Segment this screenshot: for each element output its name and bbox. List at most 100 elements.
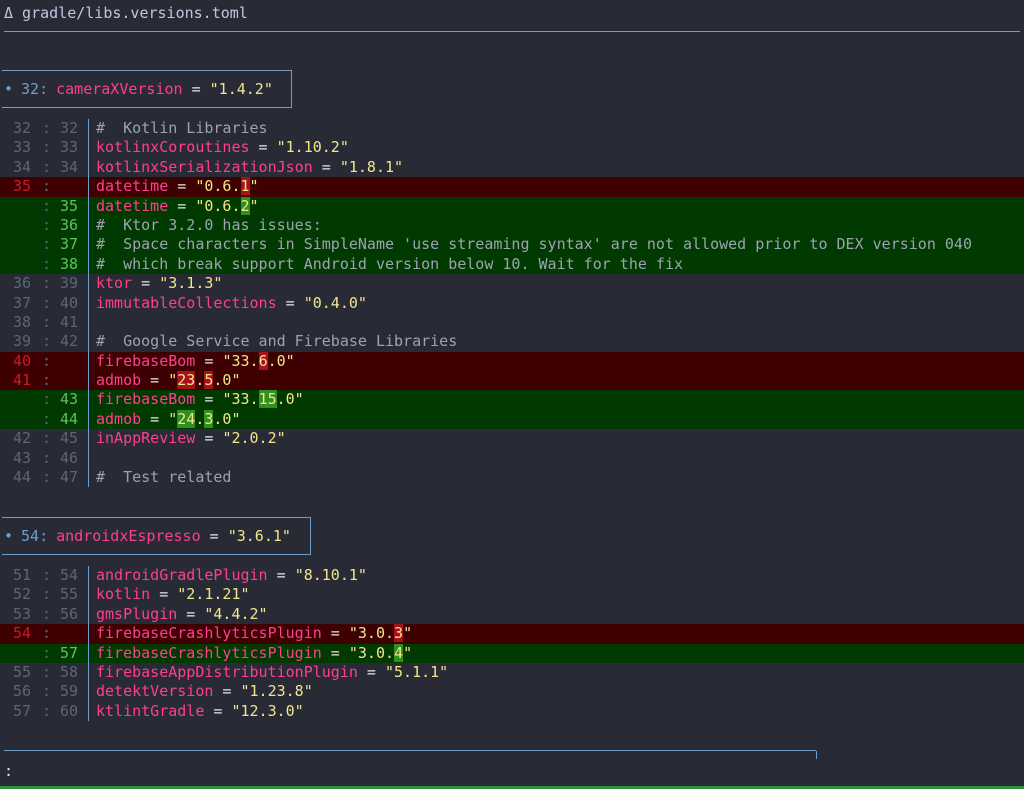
gutter-bar (88, 274, 89, 294)
hunk-line-number: 32 (21, 80, 40, 98)
old-line-number: 37 (12, 293, 31, 312)
equals-sign: = (204, 701, 232, 720)
gutter-separator: : (42, 371, 52, 390)
value-text: "1.8.1" (339, 157, 404, 176)
new-line-number: 60 (59, 701, 78, 720)
diff-line-added: :36 # Ktor 3.2.0 has issues: (0, 215, 1024, 236)
diff-line-removed: 40: firebaseBom = "33.6.0" (0, 351, 1024, 372)
changed-chars: 15 (258, 390, 277, 409)
gutter-separator: : (42, 351, 52, 370)
value-text: "3.1.3" (159, 274, 223, 293)
diff-line-context: 33:33 kotlinxCoroutines = "1.10.2" (0, 138, 1024, 158)
changed-chars: 2 (240, 196, 250, 215)
diff-line-context: 39:42 # Google Service and Firebase Libra… (0, 332, 1024, 352)
key-name: firebaseBom (96, 390, 196, 409)
gutter-bar (88, 332, 89, 352)
gutter-bar (88, 138, 89, 158)
gutter-bar (88, 293, 89, 313)
value-text: .0" (276, 390, 304, 409)
bullet-icon: • (4, 80, 14, 98)
old-line-number: 54 (12, 624, 31, 643)
changed-chars: 24 (177, 409, 196, 428)
line-content: firebaseBom = "33.15.0" (96, 390, 304, 409)
line-content: firebaseCrashlyticsPlugin = "3.0.3" (96, 624, 412, 643)
new-line-number: 35 (59, 196, 78, 215)
gutter-bar (88, 254, 89, 275)
line-content: firebaseAppDistributionPlugin = "5.1.1" (96, 663, 448, 682)
value-text: "2.1.21" (177, 585, 250, 604)
value-text: " (168, 371, 178, 390)
new-line-number: 47 (59, 468, 78, 487)
value-text: "3.0. (348, 624, 395, 643)
line-content: ktor = "3.1.3" (96, 274, 222, 293)
diff-viewer: Δ gradle/libs.versions.toml • 32: cameraXV… (0, 0, 1024, 789)
new-line-number: 39 (59, 274, 78, 293)
gutter-bar (88, 429, 89, 449)
comment-text: # which break support Android version be… (96, 254, 683, 273)
gutter-bar (88, 643, 89, 663)
new-line-number: 42 (59, 332, 78, 351)
pager-prompt[interactable]: : (4, 762, 13, 780)
new-line-number: 45 (59, 429, 78, 448)
new-line-number: 37 (59, 235, 78, 254)
equals-sign: = (276, 293, 304, 312)
diff-line-context: 44:47 # Test related (0, 468, 1024, 488)
hunk-line-number: 54 (21, 527, 40, 545)
new-line-number: 33 (59, 138, 78, 157)
hunk-value: "3.6.1" (227, 527, 291, 545)
hunk-colon: : (39, 527, 49, 545)
diff-line-context: 51:54 androidGradlePlugin = "8.10.1" (0, 566, 1024, 586)
diff-line-context: 55:58 firebaseAppDistributionPlugin = "5.… (0, 662, 1024, 683)
equals-sign: = (168, 196, 196, 215)
old-line-number: 39 (12, 332, 31, 351)
equals-sign: = (177, 604, 205, 623)
value-text: .0" (213, 371, 241, 390)
old-line-number: 43 (12, 448, 31, 467)
line-content: # Kotlin Libraries (96, 119, 268, 138)
new-line-number: 59 (59, 682, 78, 701)
line-content: kotlinxSerializationJson = "1.8.1" (96, 158, 403, 177)
hunk-symbol: cameraXVersion (56, 80, 183, 98)
new-line-number: 41 (59, 312, 78, 331)
bullet-icon: • (4, 527, 14, 545)
value-text: " (403, 643, 413, 662)
hunk-symbol: androidxEspresso (56, 527, 201, 545)
new-line-number: 56 (59, 604, 78, 623)
diff-line-context: 43:46 (0, 448, 1024, 469)
hunk-header-1[interactable]: • 32: cameraXVersion = "1.4.2" (2, 70, 292, 108)
diff-line-removed: 35: datetime = "0.6.1" (0, 177, 1024, 197)
new-line-number: 40 (59, 293, 78, 312)
equals-sign: = (150, 585, 178, 604)
equals-sign: = (249, 138, 277, 157)
gutter-bar (88, 177, 89, 197)
value-text: "1.23.8" (240, 682, 313, 701)
diff-line-removed: 41: admob = "23.5.0" (0, 371, 1024, 391)
changed-chars: 6 (258, 351, 268, 370)
line-content: detektVersion = "1.23.8" (96, 682, 313, 701)
value-text: .0" (267, 351, 295, 370)
equals-sign: = (321, 624, 349, 643)
value-text: "12.3.0" (231, 701, 304, 720)
key-name: androidGradlePlugin (96, 566, 268, 584)
line-content: datetime = "0.6.2" (96, 196, 259, 216)
gutter-separator: : (42, 177, 52, 196)
diff-line-context: 32:32 # Kotlin Libraries (0, 119, 1024, 139)
key-name: inAppReview (96, 429, 196, 448)
hunk-equals: = (200, 527, 228, 545)
line-content: immutableCollections = "0.4.0" (96, 294, 367, 313)
key-name: firebaseCrashlyticsPlugin (96, 624, 322, 643)
comment-text: # Ktor 3.2.0 has issues: (96, 215, 322, 234)
new-line-number: 34 (59, 157, 78, 176)
value-text: "8.10.1" (294, 566, 367, 584)
old-line-number: 53 (12, 604, 31, 623)
line-content: # Test related (96, 468, 231, 487)
gutter-bar (88, 119, 89, 139)
equals-sign: = (141, 409, 169, 428)
hunk-equals: = (182, 80, 210, 98)
new-line-number: 32 (59, 119, 78, 137)
diff-line-context: 38:41 (0, 312, 1024, 333)
new-line-number: 43 (59, 390, 78, 409)
gutter-bar (88, 371, 89, 391)
hunk-header-2[interactable]: • 54: androidxEspresso = "3.6.1" (2, 517, 311, 555)
equals-sign: = (195, 390, 223, 409)
